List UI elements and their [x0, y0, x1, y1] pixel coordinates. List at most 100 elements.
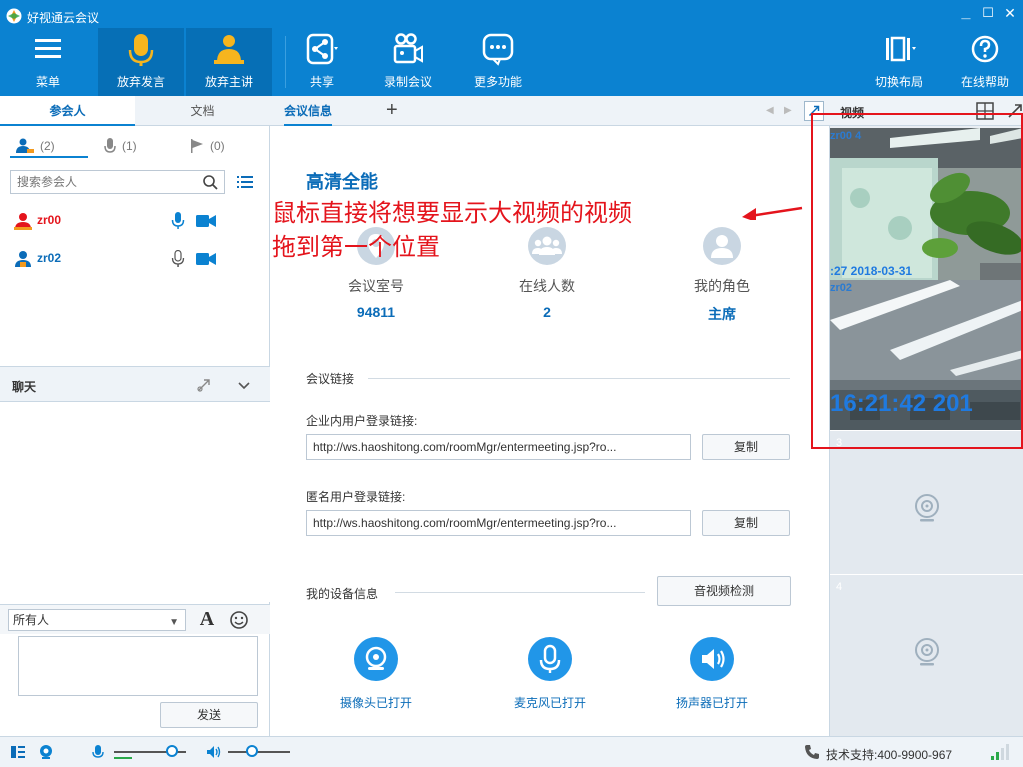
- device-microphone[interactable]: 麦克风已打开: [480, 636, 620, 711]
- record-meeting-label: 录制会议: [383, 75, 432, 89]
- add-tab-button[interactable]: +: [386, 99, 398, 122]
- speaker-volume-track[interactable]: [228, 751, 290, 753]
- recipient-value: 所有人: [13, 613, 50, 627]
- my-role-value: 主席: [708, 306, 736, 322]
- search-icon[interactable]: [202, 174, 218, 190]
- recipient-select[interactable]: 所有人 ▼: [8, 609, 186, 631]
- participant-avatar-icon: [15, 251, 31, 267]
- grid-layout-icon[interactable]: [976, 102, 994, 120]
- expand-icon[interactable]: [1006, 102, 1023, 120]
- menu-button[interactable]: 菜单: [0, 28, 96, 96]
- close-button[interactable]: ✕: [998, 3, 1022, 23]
- list-view-icon[interactable]: [236, 173, 254, 191]
- speaker-icon[interactable]: [206, 744, 222, 760]
- device-speaker[interactable]: 扬声器已打开: [642, 636, 782, 711]
- speaker-volume-knob[interactable]: [246, 745, 258, 757]
- device-camera[interactable]: 摄像头已打开: [306, 636, 446, 711]
- participant-search[interactable]: [10, 170, 225, 194]
- chevron-down-icon[interactable]: [236, 377, 252, 393]
- presenter-avatar-icon: [14, 213, 32, 230]
- empty-video-slot[interactable]: 4: [830, 574, 1023, 736]
- tab-prev-icon[interactable]: ◀: [766, 105, 774, 116]
- microphone-icon[interactable]: [90, 744, 106, 760]
- online-help-button[interactable]: 在线帮助: [950, 28, 1020, 96]
- signal-strength-icon: [991, 744, 1009, 760]
- expand-icon[interactable]: [804, 101, 824, 121]
- room-number-label: 会议室号: [348, 278, 404, 294]
- video-tile-label: zr00 4: [830, 130, 862, 142]
- share-button[interactable]: 共享: [294, 28, 350, 96]
- give-up-speaking-button[interactable]: 放弃发言: [98, 28, 184, 96]
- online-help-label: 在线帮助: [960, 75, 1009, 89]
- online-count-value: 2: [543, 304, 551, 320]
- more-chat-bubble-icon: [482, 33, 514, 66]
- video-panel-title: 视频: [840, 106, 865, 120]
- popout-icon[interactable]: [196, 377, 212, 393]
- support-hotline: 技术支持:400-9900-967: [826, 748, 953, 762]
- internal-link-label: 企业内用户登录链接:: [306, 414, 418, 428]
- filter-flag[interactable]: (0): [190, 136, 225, 156]
- video-tile[interactable]: zr02 16:21:42 201: [830, 280, 1023, 430]
- switch-layout-label: 切换布局: [874, 75, 923, 89]
- filter-speaking[interactable]: (1): [104, 136, 137, 156]
- menu-label: 菜单: [35, 75, 60, 89]
- more-features-label: 更多功能: [473, 75, 522, 89]
- record-meeting-button[interactable]: 录制会议: [378, 28, 438, 96]
- copy-internal-link-button[interactable]: 复制: [702, 434, 790, 460]
- tab-meeting-info[interactable]: 会议信息: [284, 96, 333, 126]
- camera-status: 摄像头已打开: [339, 696, 412, 710]
- copy-anonymous-link-button[interactable]: 复制: [702, 510, 790, 536]
- participant-list-icon[interactable]: [10, 744, 26, 760]
- send-button[interactable]: 发送: [160, 702, 258, 728]
- more-features-button[interactable]: 更多功能: [468, 28, 528, 96]
- microphone-volume-knob[interactable]: [166, 745, 178, 757]
- video-tile[interactable]: zr00 4 :27 2018-03-31: [830, 128, 1023, 280]
- share-label: 共享: [309, 75, 334, 89]
- microphone-off-icon[interactable]: [171, 250, 185, 268]
- minimize-button[interactable]: _: [954, 3, 978, 23]
- give-up-presenter-label: 放弃主讲: [204, 75, 253, 89]
- main-toolbar: 菜单 放弃发言 放弃主讲 共享 录制会议 更多功能 切换布局 在线帮助: [0, 28, 1023, 96]
- microphone-status: 麦克风已打开: [513, 696, 586, 710]
- microphone-icon: [128, 34, 154, 66]
- window-title: 好视通云会议: [27, 11, 100, 25]
- microphone-on-icon[interactable]: [171, 212, 185, 230]
- help-icon: [971, 35, 999, 63]
- tab-next-icon[interactable]: ▶: [784, 105, 792, 116]
- anonymous-link-label: 匿名用户登录链接:: [306, 490, 406, 504]
- give-up-presenter-button[interactable]: 放弃主讲: [186, 28, 272, 96]
- left-panel: 参会人 文档 (2) (1) (0) 搜索参会人 zr00 zr02 聊天 所有…: [0, 96, 270, 736]
- tab-documents[interactable]: 文档: [135, 96, 270, 126]
- camera-on-icon[interactable]: [196, 214, 216, 228]
- speaker-icon: [690, 637, 734, 681]
- filter-active-underline: [10, 156, 88, 158]
- empty-video-slot[interactable]: 3: [830, 430, 1023, 574]
- filter-all[interactable]: (2): [14, 136, 55, 156]
- annotation-line-1: 鼠标直接将想要显示大视频的视频: [272, 199, 632, 227]
- emoji-icon[interactable]: [229, 610, 249, 630]
- participant-search-input[interactable]: [11, 171, 191, 193]
- participant-row[interactable]: zr02: [0, 242, 270, 276]
- font-button[interactable]: A: [196, 607, 218, 631]
- tab-participants[interactable]: 参会人: [0, 96, 135, 126]
- chat-title: 聊天: [12, 380, 37, 394]
- microphone-icon: [528, 637, 572, 681]
- internal-link-field[interactable]: http://ws.haoshitong.com/roomMgr/enterme…: [306, 434, 691, 460]
- video-panel-header: 视频: [830, 96, 1023, 126]
- participant-name: zr00: [37, 213, 62, 227]
- anonymous-link-field[interactable]: http://ws.haoshitong.com/roomMgr/enterme…: [306, 510, 691, 536]
- chevron-down-icon: ▼: [169, 617, 179, 628]
- participant-row[interactable]: zr00: [0, 204, 270, 238]
- speaker-status: 扬声器已打开: [675, 696, 748, 710]
- hamburger-menu-icon: [35, 39, 61, 58]
- av-test-button[interactable]: 音视频检测: [657, 576, 791, 606]
- camera-icon[interactable]: [38, 744, 54, 760]
- switch-layout-button[interactable]: 切换布局: [864, 28, 934, 96]
- slot-number: 4: [836, 581, 843, 593]
- app-logo-icon: [6, 8, 22, 24]
- toolbar-divider: [285, 36, 286, 88]
- camera-placeholder-icon: [915, 638, 939, 666]
- chat-input[interactable]: [18, 636, 258, 696]
- camera-on-icon[interactable]: [196, 252, 216, 266]
- maximize-button[interactable]: ☐: [976, 3, 1000, 23]
